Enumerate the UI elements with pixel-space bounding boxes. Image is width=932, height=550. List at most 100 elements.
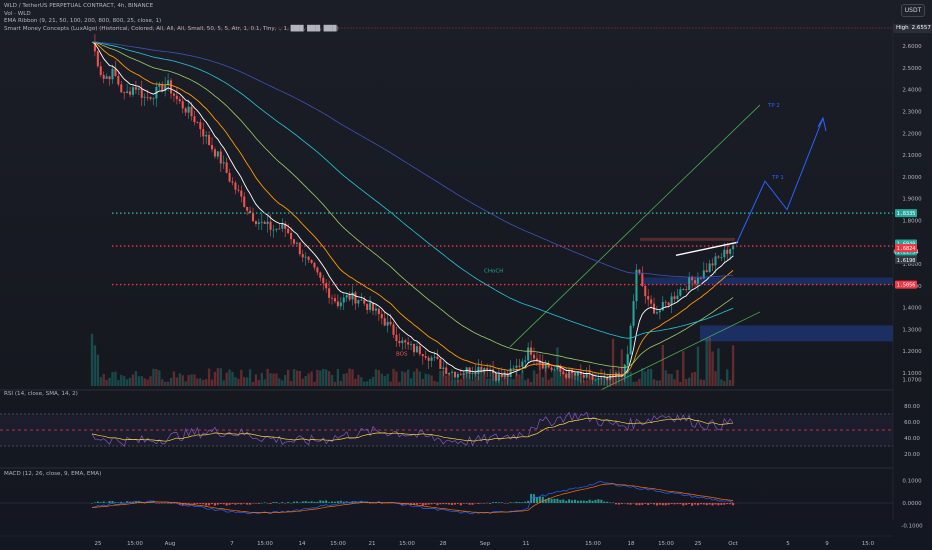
macd-histogram-bar	[445, 503, 448, 505]
volume-bar	[237, 378, 240, 386]
price-tick: 1.9000	[902, 197, 922, 203]
candle-body	[380, 314, 383, 319]
candle-body	[345, 295, 348, 298]
candle-body	[310, 259, 313, 263]
candle-body	[515, 365, 518, 368]
candle-body	[647, 296, 650, 300]
candle-body	[386, 321, 389, 326]
macd-histogram-bar	[99, 502, 102, 503]
rsi-title[interactable]: RSI (14, close, SMA, 14, 2)	[4, 391, 78, 399]
symbol-title[interactable]: WLD / TetherUS PERPETUAL CONTRACT, 4h, B…	[4, 3, 339, 11]
candle-body	[439, 358, 442, 369]
macd-histogram-bar	[682, 503, 685, 506]
indicator-volume[interactable]: Vol · WLD	[4, 11, 339, 19]
macd-histogram-bar	[210, 503, 214, 505]
macd-histogram-bar	[143, 503, 146, 504]
macd-histogram-bar	[480, 503, 483, 504]
indicator-ema-ribbon[interactable]: EMA Ribbon (9, 21, 50, 100, 200, 800, 80…	[4, 18, 339, 26]
candle-body	[146, 96, 149, 98]
indicator-smc[interactable]: Smart Money Concepts (LuxAlgo) (Historic…	[4, 26, 339, 34]
volume-bar	[699, 379, 703, 386]
volume-bar	[486, 378, 489, 386]
candle-body	[237, 189, 240, 191]
candle-body	[263, 221, 266, 224]
time-tick: 5	[786, 541, 790, 547]
candle-body	[316, 267, 319, 273]
candle-body	[234, 182, 237, 190]
macd-histogram-bar	[152, 502, 155, 503]
macd-histogram-bar	[609, 502, 612, 503]
price-tick: 1.8000	[902, 218, 922, 224]
candle-body	[664, 301, 667, 303]
macd-histogram-bar	[705, 503, 708, 506]
volume-bar	[348, 368, 351, 386]
volume-bar	[383, 376, 386, 386]
candle-body	[307, 256, 310, 260]
macd-histogram-bar	[603, 501, 606, 503]
macd-histogram-bar	[389, 502, 392, 504]
volume-bar	[190, 374, 193, 386]
macd-histogram-bar	[667, 503, 670, 505]
candle-body	[287, 228, 290, 234]
volume-bar	[541, 377, 544, 386]
candle-body	[208, 135, 211, 145]
price-badge-text: 1.6824	[897, 246, 916, 252]
volume-bar	[114, 371, 117, 386]
candle-body	[424, 356, 427, 358]
volume-bar	[682, 351, 685, 386]
macd-histogram-bar	[407, 503, 410, 504]
candle-body	[301, 254, 304, 258]
volume-bar	[327, 371, 331, 386]
macd-histogram-bar	[699, 503, 702, 505]
macd-histogram-bar	[439, 503, 442, 505]
candle-body	[667, 302, 670, 306]
macd-histogram-bar	[275, 502, 278, 503]
macd-histogram-bar	[278, 503, 281, 504]
candle-body	[705, 270, 708, 272]
macd-histogram-bar	[436, 503, 439, 506]
macd-histogram-bar	[260, 502, 263, 504]
volume-bar	[421, 378, 424, 386]
volume-bar	[728, 379, 732, 386]
volume-bar	[717, 348, 720, 386]
volume-bar	[345, 373, 348, 386]
macd-histogram-bar	[225, 503, 228, 506]
macd-title[interactable]: MACD (12, 26, close, 9, EMA, EMA)	[4, 471, 101, 479]
candle-body	[357, 300, 360, 304]
macd-histogram-bar	[717, 503, 720, 506]
volume-bar	[532, 370, 536, 386]
volume-bar	[199, 378, 202, 386]
candle-body	[655, 312, 658, 314]
macd-histogram-bar	[658, 503, 661, 505]
macd-histogram-bar	[281, 501, 284, 503]
volume-bar	[606, 379, 609, 386]
candle-body	[389, 321, 392, 325]
volume-bar	[687, 377, 691, 386]
candle-body	[178, 99, 181, 102]
time-tick: 18	[628, 541, 635, 547]
volume-bar	[649, 368, 653, 386]
volume-bar	[193, 374, 196, 386]
macd-histogram-bar	[515, 501, 518, 503]
macd-histogram-bar	[167, 503, 170, 504]
volume-bar	[670, 373, 673, 386]
candle-body	[129, 91, 132, 95]
volume-bar	[128, 377, 132, 386]
volume-bar	[251, 381, 255, 386]
trading-chart[interactable]: TP 1 TP 2 BOS CHoCH 2.6000 2.5000 2.4000 2.300…	[0, 0, 932, 550]
price-badge-text: 1.6190	[897, 258, 916, 264]
candle-body	[717, 256, 720, 258]
volume-bar	[591, 380, 594, 386]
volume-bar	[731, 345, 735, 386]
choch-label: CHoCH	[484, 269, 503, 275]
volume-bar	[418, 371, 422, 386]
time-tick: 15:00	[257, 541, 273, 547]
candle-body	[597, 378, 600, 380]
candle-body	[126, 91, 129, 94]
macd-histogram-bar	[500, 502, 503, 503]
rsi-legend: RSI (14, close, SMA, 14, 2)	[4, 391, 78, 399]
candle-body	[278, 228, 281, 230]
candle-body	[711, 263, 714, 266]
volume-bar	[298, 370, 302, 386]
currency-button[interactable]: USDT	[901, 4, 925, 17]
